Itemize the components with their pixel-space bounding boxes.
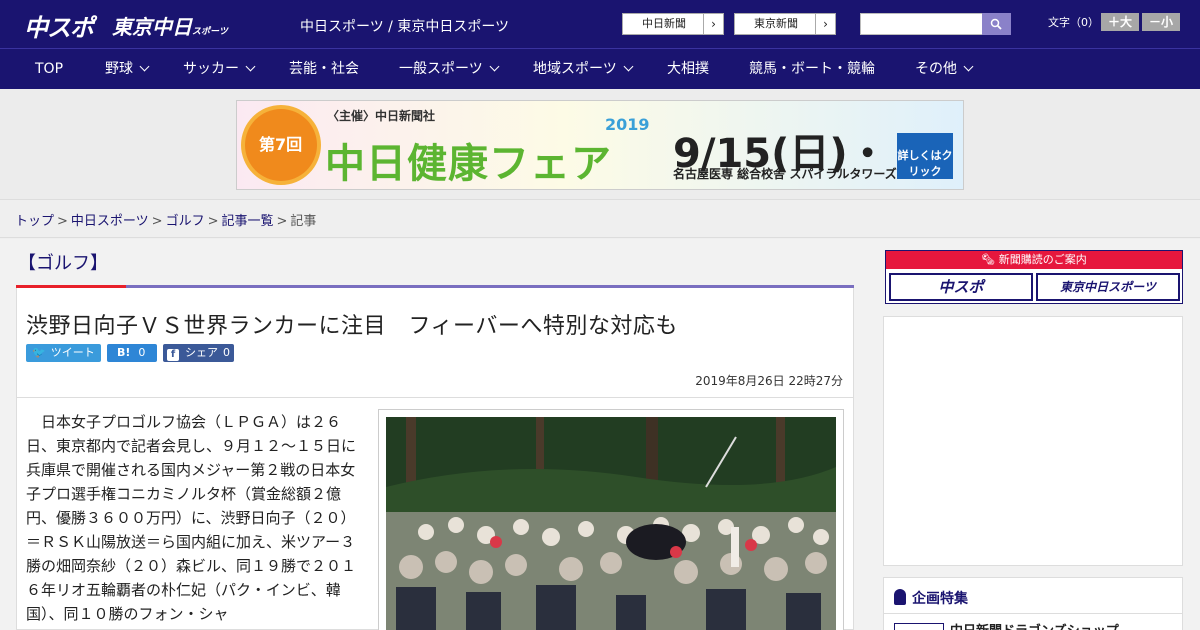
font-size-label: 文字（0） — [1048, 16, 1099, 29]
banner-badge: 第7回 — [259, 135, 303, 154]
chevron-right-icon: › — [815, 14, 835, 34]
nav-item-top[interactable]: TOP — [35, 49, 63, 90]
article-headline: 渋野日向子ＶＳ世界ランカーに注目 フィーバーへ特別な対応も — [26, 314, 678, 339]
site-name: 中日スポーツ / 東京中日スポーツ — [300, 19, 510, 35]
breadcrumb-link-golf[interactable]: ゴルフ — [166, 214, 205, 229]
nav-item-sumo[interactable]: 大相撲 — [667, 49, 709, 90]
chevron-down-icon — [489, 61, 500, 72]
tweet-label: ツイート — [50, 346, 95, 359]
golf-gallery-image — [386, 417, 836, 630]
nav-item-other[interactable]: その他 — [915, 49, 974, 90]
article-body-text: 日本女子プロゴルフ協会（ＬＰＧＡ）は２６日、東京都内で記者会見し、９月１２～１５… — [26, 413, 357, 623]
newspaper-icon: 🗞 — [981, 253, 999, 266]
logo-tokyo-small: スポーツ — [192, 27, 228, 37]
subscription-box: 🗞 新聞購読のご案内 中スポ 東京中日スポーツ — [885, 250, 1183, 304]
search-button[interactable] — [982, 13, 1011, 35]
subscribe-chunichi-sports-button[interactable]: 中スポ — [889, 273, 1033, 301]
nav-item-racing[interactable]: 競馬・ボート・競輪 — [749, 49, 875, 90]
banner-title: 中日健康フェア — [325, 141, 612, 187]
logo-tokyo-text: 東京中日 — [112, 15, 192, 39]
banner-organizer: 〈主催〉中日新聞社 — [327, 109, 436, 123]
nav-label: 野球 — [105, 61, 133, 77]
facebook-icon: f — [167, 349, 179, 361]
twitter-icon: 🐦 — [32, 346, 46, 359]
breadcrumb-separator: > — [276, 214, 288, 229]
select-label: 東京新聞 — [754, 17, 798, 30]
feature-divider — [884, 613, 1182, 614]
subscription-label: 新聞購読のご案内 — [998, 253, 1087, 266]
nav-item-baseball[interactable]: 野球 — [105, 49, 150, 90]
nav-item-soccer[interactable]: サッカー — [183, 49, 256, 90]
nav-label: 競馬・ボート・競輪 — [749, 61, 875, 77]
search-icon — [990, 18, 1002, 30]
feature-thumbnail — [894, 623, 944, 630]
breadcrumb-link-top[interactable]: トップ — [15, 214, 54, 229]
breadcrumb-separator: > — [57, 214, 68, 229]
facebook-share-button[interactable]: f シェア 0 — [163, 344, 234, 362]
chevron-down-icon — [623, 61, 634, 72]
flower-icon: 第7回 — [245, 109, 317, 181]
tokyo-shimbun-select[interactable]: 東京新聞 › — [734, 13, 836, 35]
ribbon-icon — [894, 589, 906, 605]
font-smaller-button[interactable]: －小 — [1142, 13, 1180, 31]
chevron-down-icon — [245, 61, 256, 72]
nav-label: TOP — [35, 61, 64, 77]
search-input[interactable] — [860, 13, 984, 35]
subscribe-tokyo-chunichi-button[interactable]: 東京中日スポーツ — [1036, 273, 1180, 301]
chunichi-shimbun-select[interactable]: 中日新聞 › — [622, 13, 724, 35]
nav-label: サッカー — [183, 61, 239, 77]
breadcrumb-current: 記事 — [290, 214, 317, 229]
nav-label: 大相撲 — [667, 61, 709, 77]
nav-item-local-sports[interactable]: 地域スポーツ — [533, 49, 634, 90]
hatena-count: 0 — [138, 346, 146, 359]
nav-label: 地域スポーツ — [533, 61, 617, 77]
sidebar-ad — [883, 316, 1183, 566]
article-category[interactable]: 【ゴルフ】 — [18, 249, 108, 275]
breadcrumb-separator: > — [207, 214, 219, 229]
nav-item-entertainment[interactable]: 芸能・社会 — [289, 49, 359, 90]
breadcrumb-link-chunichi-sports[interactable]: 中日スポーツ — [71, 214, 149, 229]
hatena-bookmark-button[interactable]: B! 0 — [107, 344, 157, 362]
chevron-down-icon — [963, 61, 974, 72]
feature-box: 企画特集 中日新聞ドラゴンズショップ — [883, 577, 1183, 630]
banner-year: 2019 — [605, 115, 650, 134]
tweet-button[interactable]: 🐦 ツイート — [26, 344, 101, 362]
facebook-count: 0 — [223, 346, 230, 359]
feature-title: 企画特集 — [912, 591, 968, 607]
logo-tokyo-chunichi[interactable]: 東京中日スポーツ — [112, 11, 228, 40]
feature-item-link[interactable]: 中日新聞ドラゴンズショップ — [950, 620, 1119, 630]
logo-chunichi-sports[interactable]: 中スポ — [24, 8, 94, 43]
chevron-down-icon — [139, 61, 150, 72]
article-date: 2019年8月26日 22時27分 — [695, 374, 843, 388]
banner-venue: 名古屋医専 総合校舎 スパイラルタワーズ — [673, 167, 897, 181]
select-label: 中日新聞 — [642, 17, 686, 30]
breadcrumb-link-article-list[interactable]: 記事一覧 — [222, 214, 274, 229]
breadcrumb: トップ > 中日スポーツ > ゴルフ > 記事一覧 > 記事 — [0, 200, 1200, 238]
font-larger-button[interactable]: ＋大 — [1101, 13, 1139, 31]
subscription-bar[interactable]: 🗞 新聞購読のご案内 — [886, 251, 1182, 269]
breadcrumb-separator: > — [151, 214, 163, 229]
nav-label: 芸能・社会 — [289, 61, 359, 77]
chevron-right-icon: › — [703, 14, 723, 34]
main-nav: TOP 野球 サッカー 芸能・社会 一般スポーツ 地域スポーツ 大相撲 競馬・ボ… — [0, 48, 1200, 89]
nav-label: 一般スポーツ — [399, 61, 483, 77]
header-bar: 中スポ 東京中日スポーツ 中日スポーツ / 東京中日スポーツ 中日新聞 › 東京… — [0, 0, 1200, 48]
article-photo[interactable] — [386, 417, 836, 630]
feature-heading: 企画特集 — [894, 588, 968, 608]
health-fair-banner[interactable]: 第7回 〈主催〉中日新聞社 中日健康フェア 2019 9/15(日)・16(祝)… — [236, 100, 964, 190]
nav-item-general-sports[interactable]: 一般スポーツ — [399, 49, 500, 90]
nav-label: その他 — [915, 61, 957, 77]
hatena-icon: B! — [117, 346, 131, 359]
banner-cta-button[interactable]: 詳しくはクリック — [897, 133, 953, 179]
facebook-share-label: シェア — [185, 346, 218, 359]
